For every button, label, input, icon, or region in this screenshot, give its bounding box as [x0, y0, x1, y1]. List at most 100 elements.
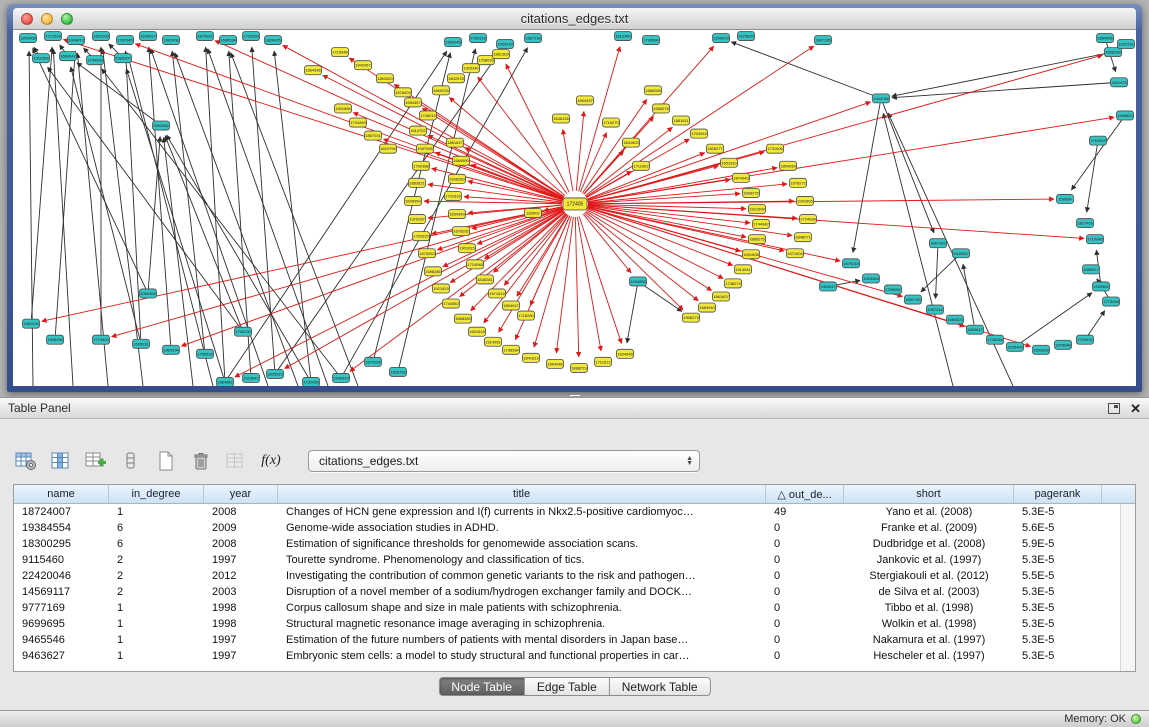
- graph-edge: [149, 47, 171, 345]
- cell-in_degree: 2: [109, 554, 204, 566]
- network-view-canvas[interactable]: 1724051853406172153319048731651208178234…: [13, 30, 1136, 386]
- graph-node-label: 1893752: [390, 369, 406, 374]
- table-row[interactable]: 946554611997Estimation of the future num…: [14, 632, 1120, 648]
- graph-node-label: 1869235: [433, 88, 449, 93]
- float-panel-icon[interactable]: [1108, 403, 1120, 414]
- cell-year: 1997: [204, 634, 278, 646]
- table-vertical-scrollbar[interactable]: [1120, 504, 1135, 671]
- graph-node-label: 1812460: [615, 34, 631, 39]
- graph-node-label: 1753289: [243, 34, 259, 39]
- toggle-columns-icon: [51, 451, 71, 471]
- cell-in_degree: 1: [109, 634, 204, 646]
- table-row[interactable]: 1456911722003Disruption of a novel membe…: [14, 584, 1120, 600]
- graph-node-label: 1589307: [115, 56, 131, 61]
- graph-node-label: 1671604: [787, 251, 803, 256]
- window-titlebar[interactable]: citations_edges.txt: [13, 8, 1136, 30]
- table-row[interactable]: 1830029562008Estimation of significance …: [14, 536, 1120, 552]
- graph-node-label: 1710045: [1087, 237, 1103, 242]
- graph-edge: [588, 55, 1103, 200]
- cell-in_degree: 6: [109, 522, 204, 534]
- cell-in_degree: 1: [109, 650, 204, 662]
- graph-node-label: 1848281: [477, 277, 493, 282]
- graph-node-label: 1841603: [623, 140, 639, 145]
- table-tabs: Node TableEdge TableNetwork Table: [438, 677, 710, 696]
- graph-node-label: 1731616: [445, 193, 461, 198]
- graph-node-label: 1664936: [305, 68, 321, 73]
- graph-node-label: 1868285: [455, 316, 471, 321]
- table-options-button[interactable]: [12, 448, 40, 474]
- graph-edge: [1088, 311, 1105, 336]
- cell-title: Disruption of a novel member of a sodium…: [278, 586, 766, 598]
- graph-node-label: 1892045: [445, 40, 461, 45]
- column-header-in_degree[interactable]: in_degree: [109, 485, 204, 503]
- column-header-year[interactable]: year: [204, 485, 278, 503]
- graph-edge: [586, 211, 712, 291]
- cell-name: 9465546: [14, 634, 109, 646]
- graph-node-label: 1911058: [33, 56, 49, 61]
- graph-node-label: 1744952: [443, 301, 459, 306]
- graph-node-label: 1684523: [947, 317, 963, 322]
- graph-edge: [126, 51, 141, 339]
- zoom-window-button[interactable]: [61, 13, 73, 25]
- graph-node-label: 1868275: [749, 237, 765, 242]
- table-row[interactable]: 2242004622012Investigating the contribut…: [14, 568, 1120, 584]
- graph-node-label: 1962408: [163, 38, 179, 43]
- tab-network-table[interactable]: Network Table: [610, 677, 711, 696]
- table-row[interactable]: 1938455462009Genome-wide association stu…: [14, 520, 1120, 536]
- column-header-short[interactable]: short: [844, 485, 1014, 503]
- memory-ok-indicator-icon: [1131, 714, 1141, 724]
- graph-node-label: 1530917: [140, 34, 156, 39]
- cell-pagerank: 5.3E-5: [1014, 554, 1102, 566]
- cell-out_de: 0: [766, 602, 844, 614]
- table-row[interactable]: 969969511998Structural magnetic resonanc…: [14, 616, 1120, 632]
- import-table-button[interactable]: [222, 448, 250, 474]
- table-row[interactable]: 911546021997Tourette syndrome. Phenomeno…: [14, 552, 1120, 568]
- close-panel-icon[interactable]: ✕: [1130, 402, 1141, 415]
- create-table-button[interactable]: [152, 448, 180, 474]
- graph-node-label: 1794532: [1077, 337, 1093, 342]
- cell-out_de: 0: [766, 586, 844, 598]
- panel-resize-grip[interactable]: [570, 393, 580, 396]
- graph-node-label: 1746012: [420, 113, 436, 118]
- delete-column-button[interactable]: [117, 448, 145, 474]
- graph-edge: [892, 53, 1108, 96]
- minimize-window-button[interactable]: [41, 13, 53, 25]
- delete-table-button[interactable]: [187, 448, 215, 474]
- toggle-columns-button[interactable]: [47, 448, 75, 474]
- column-header-name[interactable]: name: [14, 485, 109, 503]
- tab-edge-table[interactable]: Edge Table: [525, 677, 610, 696]
- cell-title: Corpus callosum shape and size in male p…: [278, 602, 766, 614]
- graph-edge: [165, 136, 241, 327]
- tab-node-table[interactable]: Node Table: [438, 677, 525, 696]
- cell-title: Changes of HCN gene expression and I(f) …: [278, 506, 766, 518]
- cell-out_de: 0: [766, 570, 844, 582]
- column-header-title[interactable]: title: [278, 485, 766, 503]
- graph-node-label: 1820476: [265, 38, 281, 43]
- close-window-button[interactable]: [21, 13, 33, 25]
- graph-edge: [1107, 43, 1116, 72]
- graph-node-label: 1606954: [405, 198, 421, 203]
- column-header-pagerank[interactable]: pagerank: [1014, 485, 1102, 503]
- graph-node-label: 1908273: [683, 315, 699, 320]
- citation-network-graph[interactable]: 1724051853406172153319048731651208178234…: [13, 30, 1136, 386]
- table-options-icon: [15, 451, 37, 471]
- table-row[interactable]: 946362711997Embryonic stem cells: a mode…: [14, 648, 1120, 664]
- function-builder-button[interactable]: f(x): [257, 448, 285, 474]
- graph-node-label: 1875953: [419, 251, 435, 256]
- graph-edge: [77, 63, 157, 123]
- table-row[interactable]: 1872400712008Changes of HCN gene express…: [14, 504, 1120, 520]
- graph-node-label: 1834945: [617, 351, 633, 356]
- cell-pagerank: 5.6E-5: [1014, 522, 1102, 534]
- graph-node-label: 2653382: [153, 123, 169, 128]
- table-selector-dropdown[interactable]: citations_edges.txt ▲▼: [308, 450, 700, 472]
- table-row[interactable]: 977716911998Corpus callosum shape and si…: [14, 600, 1120, 616]
- cell-name: 19384554: [14, 522, 109, 534]
- column-header-out_de[interactable]: △ out_de...: [766, 485, 844, 503]
- cell-out_de: 0: [766, 634, 844, 646]
- cell-short: Dudbridge et al. (2008): [844, 538, 1014, 550]
- graph-node-label: 1704944: [691, 131, 707, 136]
- table-toolbar: f(x) citations_edges.txt ▲▼: [12, 446, 700, 476]
- graph-node-label: 1883621: [409, 180, 425, 185]
- graph-edge: [478, 77, 567, 194]
- add-column-button[interactable]: [82, 448, 110, 474]
